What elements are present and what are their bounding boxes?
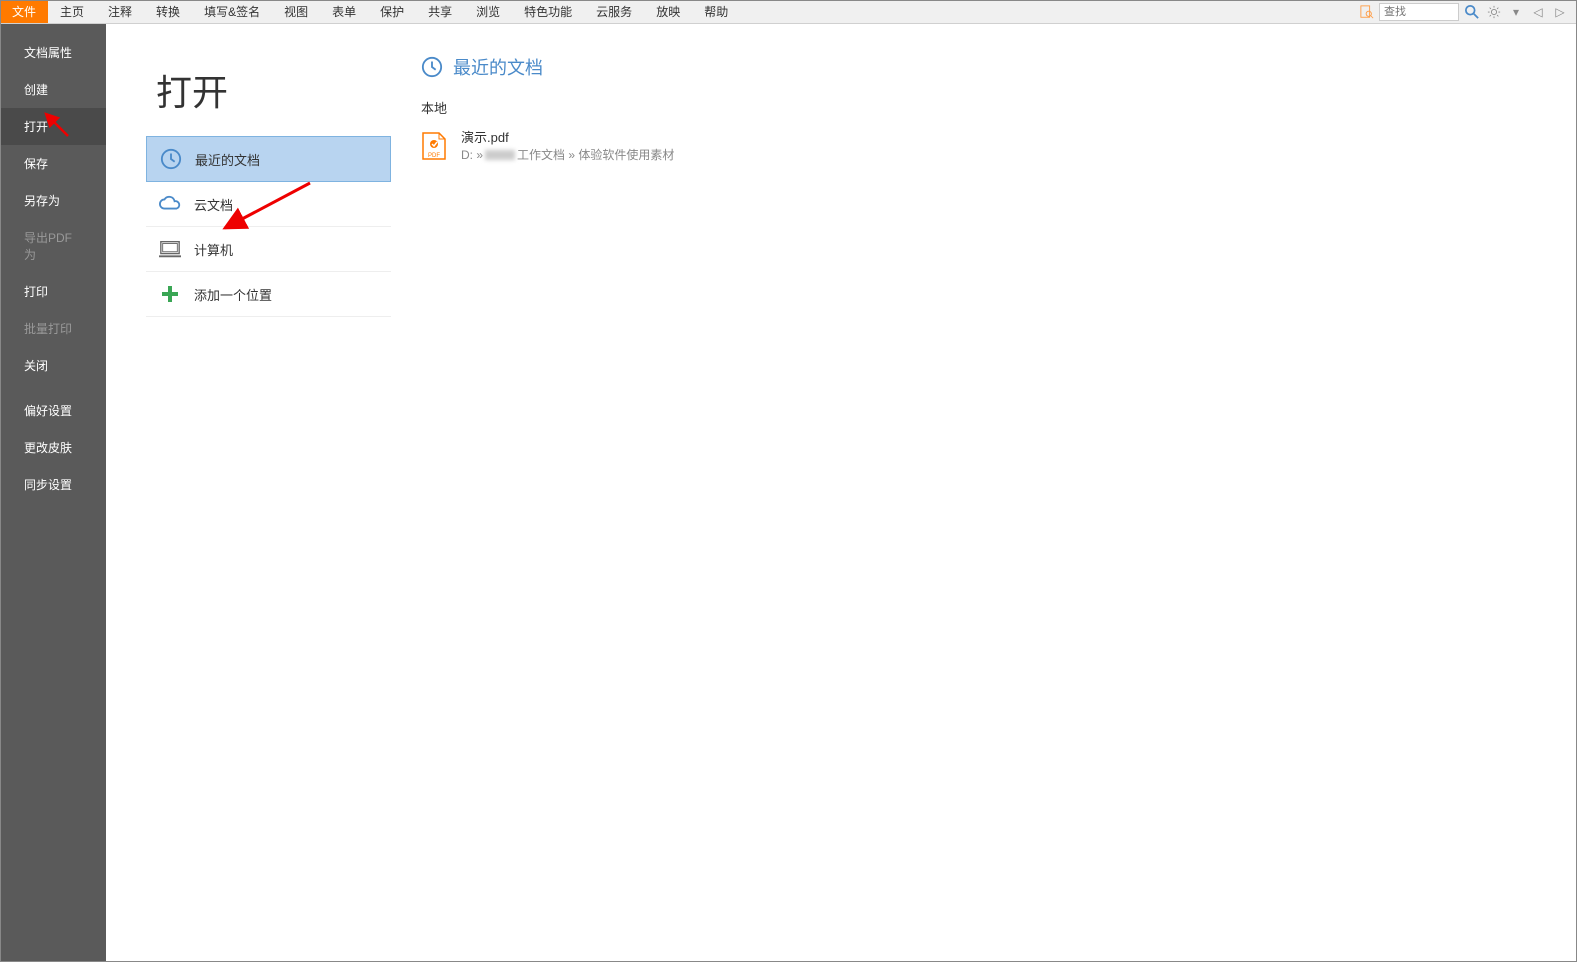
location-label: 云文档 bbox=[194, 195, 233, 214]
location-label: 计算机 bbox=[194, 240, 233, 259]
top-menubar: 文件 主页 注释 转换 填写&签名 视图 表单 保护 共享 浏览 特色功能 云服… bbox=[0, 0, 1577, 24]
open-title: 打开 bbox=[156, 64, 391, 116]
computer-icon bbox=[158, 237, 182, 261]
blurred-path-segment bbox=[485, 150, 515, 160]
recent-file-item[interactable]: PDF 演示.pdf D: » 工作文档 » 体验软件使用素材 bbox=[421, 123, 1547, 167]
menu-tab-convert[interactable]: 转换 bbox=[144, 0, 192, 23]
file-sidebar: 文档属性 创建 打开 保存 另存为 导出PDF为 打印 批量打印 关闭 偏好设置… bbox=[0, 24, 106, 962]
sidebar-item-print[interactable]: 打印 bbox=[0, 273, 106, 310]
sidebar-item-properties[interactable]: 文档属性 bbox=[0, 34, 106, 71]
sidebar-item-open[interactable]: 打开 bbox=[0, 108, 106, 145]
find-page-icon[interactable] bbox=[1359, 4, 1375, 20]
menu-tab-features[interactable]: 特色功能 bbox=[512, 0, 584, 23]
nav-prev-icon[interactable]: ◁ bbox=[1529, 3, 1547, 21]
recent-documents-panel: 最近的文档 本地 PDF 演示.pdf D: » 工作文档 » 体验软件使用素材 bbox=[391, 24, 1577, 962]
recent-section-local: 本地 bbox=[421, 98, 1547, 117]
sidebar-item-sync[interactable]: 同步设置 bbox=[0, 466, 106, 503]
location-label: 最近的文档 bbox=[195, 150, 260, 169]
location-computer[interactable]: 计算机 bbox=[146, 227, 391, 272]
search-input[interactable] bbox=[1379, 3, 1459, 21]
location-recent[interactable]: 最近的文档 bbox=[146, 136, 391, 182]
menu-tab-cloud[interactable]: 云服务 bbox=[584, 0, 644, 23]
sidebar-item-export-pdf[interactable]: 导出PDF为 bbox=[0, 219, 106, 273]
location-label: 添加一个位置 bbox=[194, 285, 272, 304]
menu-tab-slideshow[interactable]: 放映 bbox=[644, 0, 692, 23]
menu-tab-fill-sign[interactable]: 填写&签名 bbox=[192, 0, 272, 23]
sidebar-item-create[interactable]: 创建 bbox=[0, 71, 106, 108]
clock-icon bbox=[159, 147, 183, 171]
sidebar-item-save[interactable]: 保存 bbox=[0, 145, 106, 182]
sidebar-item-preferences[interactable]: 偏好设置 bbox=[0, 392, 106, 429]
location-add[interactable]: 添加一个位置 bbox=[146, 272, 391, 317]
sidebar-item-skin[interactable]: 更改皮肤 bbox=[0, 429, 106, 466]
plus-icon bbox=[158, 282, 182, 306]
menu-tab-annotate[interactable]: 注释 bbox=[96, 0, 144, 23]
search-icon[interactable] bbox=[1463, 3, 1481, 21]
menu-tab-protect[interactable]: 保护 bbox=[368, 0, 416, 23]
dropdown-icon[interactable]: ▾ bbox=[1507, 3, 1525, 21]
menu-tab-help[interactable]: 帮助 bbox=[692, 0, 740, 23]
menu-tab-file[interactable]: 文件 bbox=[0, 0, 48, 23]
file-path: D: » 工作文档 » 体验软件使用素材 bbox=[461, 146, 674, 163]
sidebar-item-batch-print[interactable]: 批量打印 bbox=[0, 310, 106, 347]
gear-icon[interactable] bbox=[1485, 3, 1503, 21]
svg-text:PDF: PDF bbox=[428, 153, 440, 159]
menu-tab-browse[interactable]: 浏览 bbox=[464, 0, 512, 23]
menu-tab-view[interactable]: 视图 bbox=[272, 0, 320, 23]
file-name: 演示.pdf bbox=[461, 127, 674, 146]
open-locations-panel: 打开 最近的文档 云文档 bbox=[106, 24, 391, 962]
recent-header-title: 最近的文档 bbox=[453, 54, 543, 80]
menu-tab-share[interactable]: 共享 bbox=[416, 0, 464, 23]
clock-icon bbox=[421, 56, 443, 78]
location-cloud[interactable]: 云文档 bbox=[146, 182, 391, 227]
nav-next-icon[interactable]: ▷ bbox=[1551, 3, 1569, 21]
pdf-file-icon: PDF bbox=[421, 131, 449, 159]
cloud-icon bbox=[158, 192, 182, 216]
sidebar-item-save-as[interactable]: 另存为 bbox=[0, 182, 106, 219]
menu-tab-home[interactable]: 主页 bbox=[48, 0, 96, 23]
menu-tab-form[interactable]: 表单 bbox=[320, 0, 368, 23]
sidebar-item-close[interactable]: 关闭 bbox=[0, 347, 106, 384]
